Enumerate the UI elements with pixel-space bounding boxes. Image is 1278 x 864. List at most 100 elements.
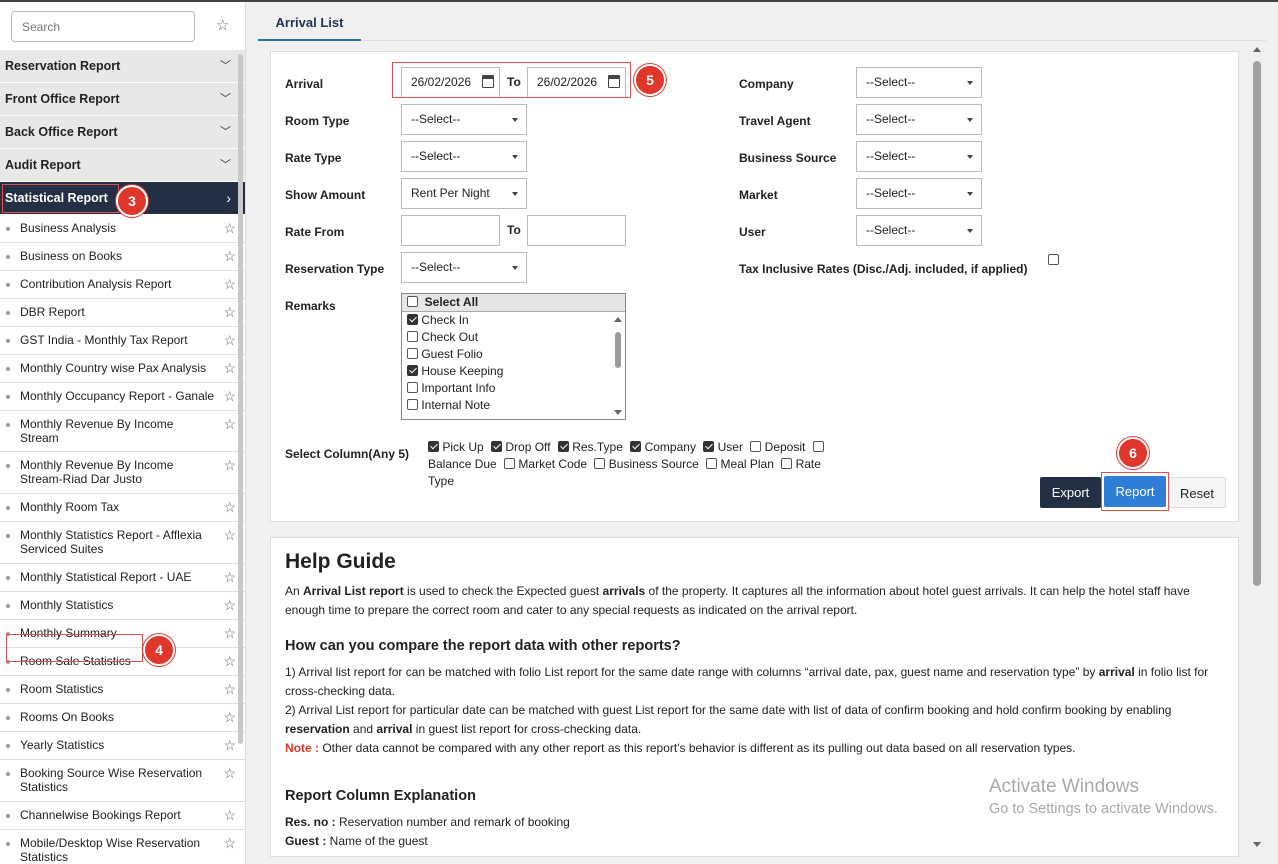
- star-icon[interactable]: ☆: [223, 389, 236, 403]
- checkbox[interactable]: [557, 441, 569, 452]
- scroll-down-icon[interactable]: [614, 410, 622, 415]
- star-icon[interactable]: ☆: [223, 682, 236, 696]
- sidebar-item-monthly-statistical-uae[interactable]: Monthly Statistical Report - UAE ☆: [0, 564, 245, 592]
- column-company[interactable]: Company: [630, 440, 696, 454]
- checkbox[interactable]: [428, 441, 439, 452]
- checkbox[interactable]: [781, 458, 793, 469]
- checkbox[interactable]: [504, 458, 516, 469]
- star-icon[interactable]: ☆: [223, 458, 236, 472]
- star-icon[interactable]: ☆: [223, 500, 236, 514]
- checkbox[interactable]: [630, 441, 642, 452]
- scroll-up-icon[interactable]: [614, 317, 622, 322]
- star-icon[interactable]: ☆: [223, 598, 236, 612]
- select-all-checkbox[interactable]: [407, 296, 418, 307]
- star-icon[interactable]: ☆: [223, 570, 236, 584]
- column-deposit[interactable]: Deposit: [750, 440, 805, 454]
- remarks-listbox[interactable]: Select All Check In Check Out Guest Foli…: [401, 293, 626, 420]
- sidebar-item-channelwise-bookings[interactable]: Channelwise Bookings Report ☆: [0, 802, 245, 830]
- tax-inclusive-checkbox[interactable]: [1048, 254, 1059, 265]
- sidebar-item-monthly-room-tax[interactable]: Monthly Room Tax ☆: [0, 494, 245, 522]
- star-icon[interactable]: ☆: [223, 249, 236, 263]
- rate-to-input[interactable]: [527, 215, 626, 246]
- sidebar-item-monthly-statistics[interactable]: Monthly Statistics ☆: [0, 592, 245, 620]
- column-res-type[interactable]: Res.Type: [557, 440, 623, 454]
- star-icon[interactable]: ☆: [223, 738, 236, 752]
- star-icon[interactable]: ☆: [223, 361, 236, 375]
- checkbox[interactable]: [407, 399, 418, 410]
- sidebar-item-business-analysis[interactable]: Business Analysis ☆: [0, 215, 245, 243]
- category-front-office-report[interactable]: Front Office Report ﹀: [0, 83, 245, 116]
- sidebar-item-monthly-country-pax[interactable]: Monthly Country wise Pax Analysis ☆: [0, 355, 245, 383]
- remark-option-guest-folio[interactable]: Guest Folio: [402, 346, 625, 363]
- tab-arrival-list[interactable]: Arrival List: [258, 12, 361, 41]
- checkbox[interactable]: [750, 441, 762, 452]
- show-amount-select[interactable]: Rent Per Night: [401, 178, 527, 209]
- star-icon[interactable]: ☆: [223, 710, 236, 724]
- sidebar-item-dbr-report[interactable]: DBR Report ☆: [0, 299, 245, 327]
- remark-option-important-info[interactable]: Important Info: [402, 380, 625, 397]
- column-market-code[interactable]: Market Code: [504, 457, 587, 471]
- sidebar-item-monthly-revenue-income[interactable]: Monthly Revenue By Income Stream ☆: [0, 411, 245, 452]
- sidebar-item-monthly-occupancy-ganale[interactable]: Monthly Occupancy Report - Ganale ☆: [0, 383, 245, 411]
- sidebar-scrollbar[interactable]: [238, 54, 243, 744]
- rate-type-select[interactable]: --Select--: [401, 141, 527, 172]
- star-icon[interactable]: ☆: [223, 626, 236, 640]
- market-select[interactable]: --Select--: [856, 178, 982, 209]
- sidebar-item-contribution-analysis[interactable]: Contribution Analysis Report ☆: [0, 271, 245, 299]
- column-business-source[interactable]: Business Source: [594, 457, 699, 471]
- search-input[interactable]: [11, 11, 195, 42]
- main-scrollbar[interactable]: [1250, 44, 1264, 850]
- travel-agent-select[interactable]: --Select--: [856, 104, 982, 135]
- star-icon[interactable]: ☆: [223, 808, 236, 822]
- checkbox[interactable]: [407, 382, 418, 393]
- sidebar-item-rooms-on-books[interactable]: Rooms On Books ☆: [0, 704, 245, 732]
- star-icon[interactable]: ☆: [223, 221, 236, 235]
- checkbox[interactable]: [407, 365, 418, 376]
- checkbox[interactable]: [594, 458, 606, 469]
- checkbox[interactable]: [407, 314, 418, 325]
- category-back-office-report[interactable]: Back Office Report ﹀: [0, 116, 245, 149]
- column-meal-plan[interactable]: Meal Plan: [706, 457, 774, 471]
- checkbox[interactable]: [812, 441, 824, 452]
- sidebar-item-booking-source[interactable]: Booking Source Wise Reservation Statisti…: [0, 760, 245, 802]
- remark-option-check-out[interactable]: Check Out: [402, 329, 625, 346]
- reservation-type-select[interactable]: --Select--: [401, 252, 527, 283]
- sidebar-item-monthly-revenue-riad[interactable]: Monthly Revenue By Income Stream-Riad Da…: [0, 452, 245, 494]
- checkbox[interactable]: [703, 441, 715, 452]
- export-button[interactable]: Export: [1040, 477, 1101, 508]
- sidebar-item-mobile-desktop[interactable]: Mobile/Desktop Wise Reservation Statisti…: [0, 830, 245, 864]
- company-select[interactable]: --Select--: [856, 67, 982, 98]
- column-user[interactable]: User: [703, 440, 743, 454]
- rate-from-input[interactable]: [401, 215, 500, 246]
- scroll-down-icon[interactable]: [1253, 842, 1261, 847]
- sidebar-item-monthly-statistics-afflexia[interactable]: Monthly Statistics Report - Afflexia Ser…: [0, 522, 245, 564]
- star-icon[interactable]: ☆: [223, 333, 236, 347]
- category-audit-report[interactable]: Audit Report ﹀: [0, 149, 245, 182]
- remark-option-internal-note[interactable]: Internal Note: [402, 397, 625, 414]
- category-reservation-report[interactable]: Reservation Report ﹀: [0, 50, 245, 83]
- sidebar-item-room-statistics[interactable]: Room Statistics ☆: [0, 676, 245, 704]
- star-icon[interactable]: ☆: [223, 766, 236, 780]
- scroll-thumb[interactable]: [1253, 61, 1261, 586]
- remarks-scrollbar[interactable]: [612, 313, 624, 419]
- star-icon[interactable]: ☆: [223, 528, 236, 542]
- remark-option-check-in[interactable]: Check In: [402, 312, 625, 329]
- remark-option-house-keeping[interactable]: House Keeping: [402, 363, 625, 380]
- star-icon[interactable]: ☆: [223, 277, 236, 291]
- business-source-select[interactable]: --Select--: [856, 141, 982, 172]
- checkbox[interactable]: [407, 331, 418, 342]
- star-icon[interactable]: ☆: [223, 305, 236, 319]
- checkbox[interactable]: [706, 458, 718, 469]
- column-pick-up[interactable]: Pick Up: [428, 440, 484, 454]
- scroll-thumb[interactable]: [615, 332, 621, 368]
- star-icon[interactable]: ☆: [223, 417, 236, 431]
- star-icon[interactable]: ☆: [223, 654, 236, 668]
- scroll-up-icon[interactable]: [1253, 47, 1261, 52]
- sidebar-item-gst-india[interactable]: GST India - Monthly Tax Report ☆: [0, 327, 245, 355]
- column-drop-off[interactable]: Drop Off: [491, 440, 551, 454]
- checkbox[interactable]: [491, 441, 503, 452]
- favorites-star-icon[interactable]: ☆: [216, 16, 229, 34]
- reset-button[interactable]: Reset: [1168, 477, 1226, 508]
- room-type-select[interactable]: --Select--: [401, 104, 527, 135]
- sidebar-item-business-on-books[interactable]: Business on Books ☆: [0, 243, 245, 271]
